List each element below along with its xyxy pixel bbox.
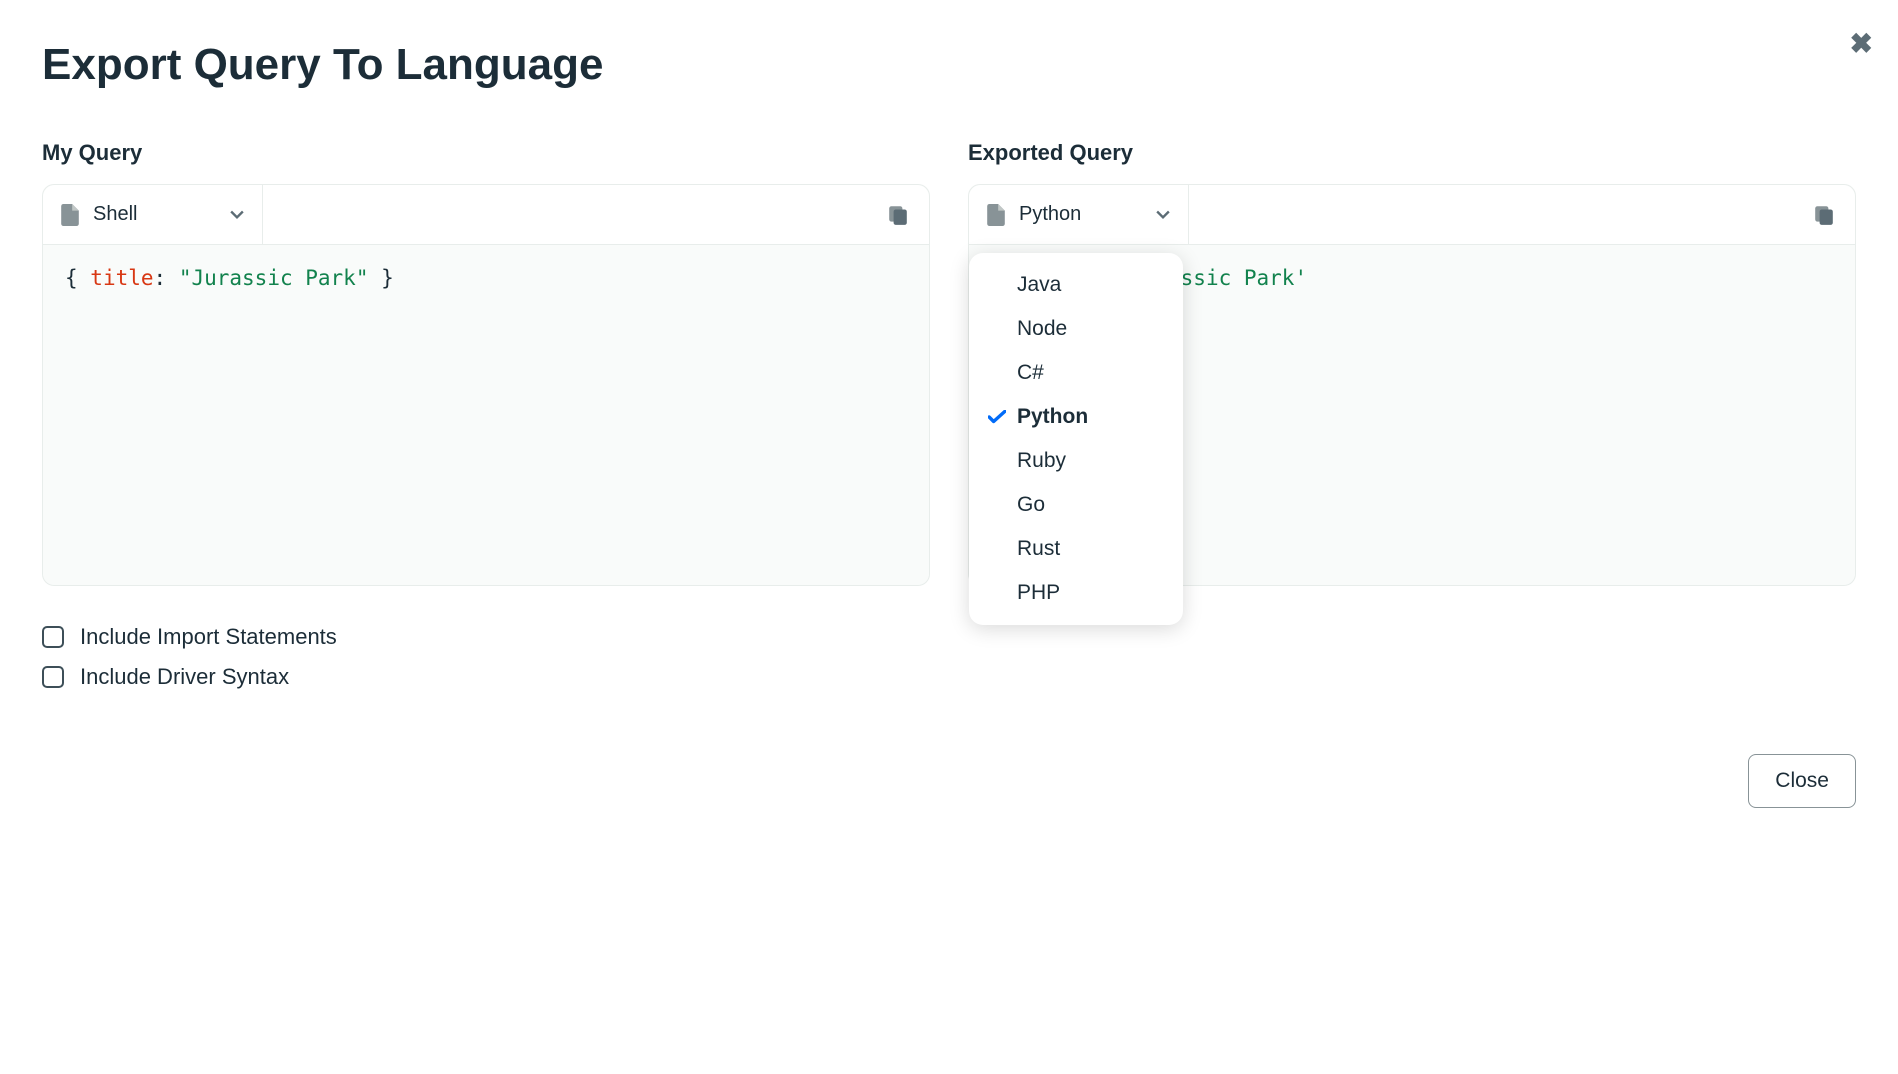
copy-my-query-button[interactable] — [867, 185, 929, 244]
file-icon — [61, 204, 79, 226]
copy-icon — [1813, 204, 1835, 226]
exported-query-panel: Python JavaNodeC#PythonRubyGoRustPHP {'t… — [968, 184, 1856, 586]
language-option-go[interactable]: Go — [969, 483, 1183, 527]
language-option-php[interactable]: PHP — [969, 571, 1183, 615]
copy-icon — [887, 204, 909, 226]
include-imports-label: Include Import Statements — [80, 624, 337, 650]
include-driver-checkbox[interactable] — [42, 666, 64, 688]
language-option-node[interactable]: Node — [969, 307, 1183, 351]
chevron-down-icon — [230, 208, 244, 222]
language-option-csharp[interactable]: C# — [969, 351, 1183, 395]
exported-language-label: Python — [1019, 203, 1142, 226]
language-dropdown: Java Node C# Python Ruby Go Rust PHP — [969, 253, 1183, 625]
exported-query-column: Exported Query Python JavaNodeC#PythonRu… — [968, 140, 1856, 704]
language-option-python[interactable]: Python — [969, 395, 1183, 439]
my-query-panel: Shell { title: "Jurassic Park" } — [42, 184, 930, 586]
close-button[interactable]: Close — [1748, 754, 1856, 808]
my-query-column: My Query Shell — [42, 140, 930, 704]
copy-exported-query-button[interactable] — [1793, 185, 1855, 244]
include-imports-checkbox[interactable] — [42, 626, 64, 648]
export-options: Include Import Statements Include Driver… — [42, 624, 930, 690]
my-query-language-label: Shell — [93, 203, 216, 226]
check-icon — [988, 410, 1006, 424]
language-option-label: C# — [1017, 361, 1044, 385]
my-query-heading: My Query — [42, 140, 930, 166]
close-icon[interactable]: ✖ — [1850, 30, 1873, 58]
file-icon — [987, 204, 1005, 226]
language-option-label: Python — [1017, 405, 1088, 429]
language-option-label: Java — [1017, 273, 1061, 297]
my-query-code[interactable]: { title: "Jurassic Park" } — [43, 245, 929, 585]
language-option-rust[interactable]: Rust — [969, 527, 1183, 571]
language-option-label: PHP — [1017, 581, 1060, 605]
language-option-java[interactable]: Java — [969, 263, 1183, 307]
language-option-label: Rust — [1017, 537, 1060, 561]
language-option-label: Go — [1017, 493, 1045, 517]
language-option-label: Node — [1017, 317, 1067, 341]
exported-language-select[interactable]: Python JavaNodeC#PythonRubyGoRustPHP — [969, 185, 1189, 244]
exported-query-heading: Exported Query — [968, 140, 1856, 166]
my-query-language-select[interactable]: Shell — [43, 185, 263, 244]
dialog-title: Export Query To Language — [42, 40, 1856, 90]
language-option-label: Ruby — [1017, 449, 1066, 473]
chevron-down-icon — [1156, 208, 1170, 222]
include-driver-label: Include Driver Syntax — [80, 664, 289, 690]
language-option-ruby[interactable]: Ruby — [969, 439, 1183, 483]
